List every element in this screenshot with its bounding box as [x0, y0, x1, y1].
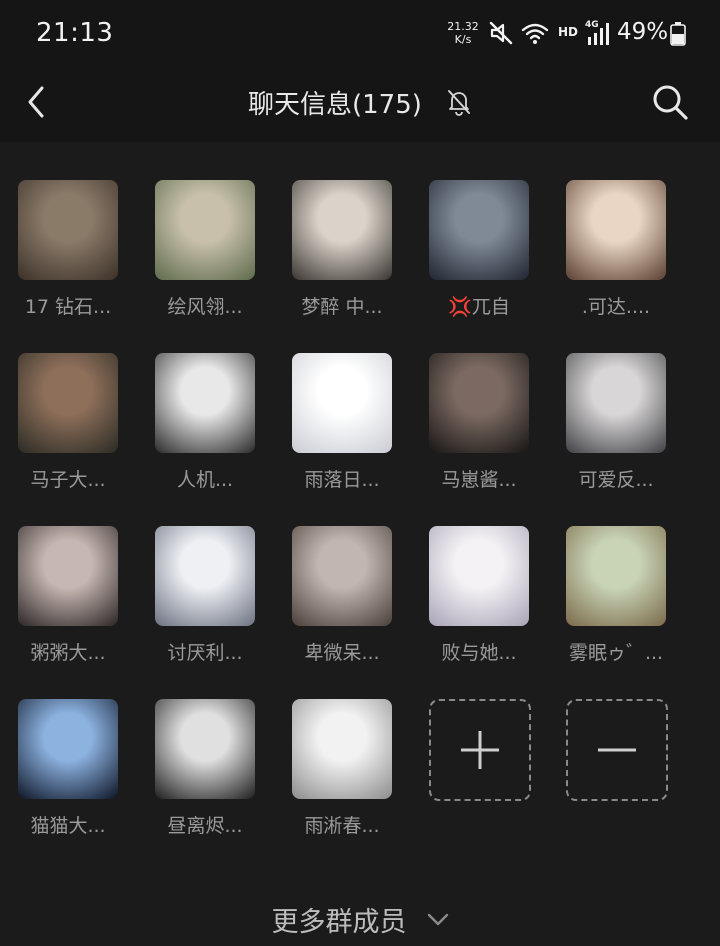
member-item[interactable]: 马子大...: [0, 315, 120, 491]
member-avatar[interactable]: [18, 699, 118, 799]
member-name: 昼离烬...: [167, 815, 243, 837]
member-avatar[interactable]: [18, 353, 118, 453]
status-time: 21:13: [36, 18, 114, 48]
member-avatar[interactable]: [292, 526, 392, 626]
add-member-button[interactable]: [411, 661, 531, 821]
member-avatar[interactable]: [429, 353, 529, 453]
member-avatar[interactable]: [292, 353, 392, 453]
network-speed: 21.32 K/s: [443, 20, 483, 46]
member-name: 雨淅春...: [304, 815, 380, 837]
status-bar: 21:13 21.32 K/s HD 4G 49%: [0, 0, 720, 64]
page-title: 聊天信息(175): [248, 90, 422, 120]
member-avatar[interactable]: [292, 699, 392, 799]
member-avatar[interactable]: [155, 699, 255, 799]
member-avatar[interactable]: [429, 526, 529, 626]
member-avatar[interactable]: [18, 526, 118, 626]
member-avatar[interactable]: [566, 353, 666, 453]
member-item[interactable]: 17 钻石...: [0, 142, 120, 318]
member-item[interactable]: 猫猫大...: [0, 661, 120, 837]
member-item[interactable]: 可爱反...: [548, 315, 668, 491]
member-avatar[interactable]: [18, 180, 118, 280]
member-avatar[interactable]: [566, 526, 666, 626]
title-bar: 聊天信息(175): [0, 64, 720, 142]
member-item[interactable]: 梦醉 中...: [274, 142, 394, 318]
hd-label: HD: [558, 25, 579, 39]
more-members-label: 更多群成员: [271, 907, 407, 938]
member-item[interactable]: 昼离烬...: [137, 661, 257, 837]
member-item[interactable]: 马崽酱...: [411, 315, 531, 491]
back-chevron-icon[interactable]: [18, 82, 58, 122]
search-icon[interactable]: [648, 80, 692, 124]
member-item[interactable]: 雨落日...: [274, 315, 394, 491]
member-item[interactable]: 绘风翎...: [137, 142, 257, 318]
member-item[interactable]: .可达....: [548, 142, 668, 318]
network-speed-value: 21.32: [447, 20, 479, 33]
member-avatar[interactable]: [155, 526, 255, 626]
member-avatar[interactable]: [566, 180, 666, 280]
minus-icon[interactable]: [566, 699, 668, 801]
member-avatar[interactable]: [155, 180, 255, 280]
wifi-icon: [521, 23, 549, 44]
network-speed-unit: K/s: [454, 33, 472, 46]
member-item[interactable]: 💢兀自: [411, 142, 531, 318]
member-item[interactable]: 卑微呆...: [274, 488, 394, 664]
bell-off-icon: [448, 90, 470, 116]
member-avatar[interactable]: [155, 353, 255, 453]
member-item[interactable]: 人机...: [137, 315, 257, 491]
member-avatar[interactable]: [292, 180, 392, 280]
member-item[interactable]: 败与她...: [411, 488, 531, 664]
signal-icon: [588, 23, 609, 45]
member-item[interactable]: 雾眠ゥ゛...: [548, 488, 668, 664]
member-item[interactable]: 讨厌利...: [137, 488, 257, 664]
member-item[interactable]: 粥粥大...: [0, 488, 120, 664]
remove-member-button[interactable]: [548, 661, 668, 821]
mute-icon: [489, 21, 513, 45]
member-name: 猫猫大...: [30, 815, 106, 837]
battery-icon: [670, 22, 686, 46]
member-avatar[interactable]: [429, 180, 529, 280]
chevron-down-icon: [427, 913, 448, 925]
battery-percent: 49%: [617, 19, 669, 45]
more-members-button[interactable]: 更多群成员: [0, 900, 720, 939]
member-item[interactable]: 雨淅春...: [274, 661, 394, 837]
plus-icon[interactable]: [429, 699, 531, 801]
